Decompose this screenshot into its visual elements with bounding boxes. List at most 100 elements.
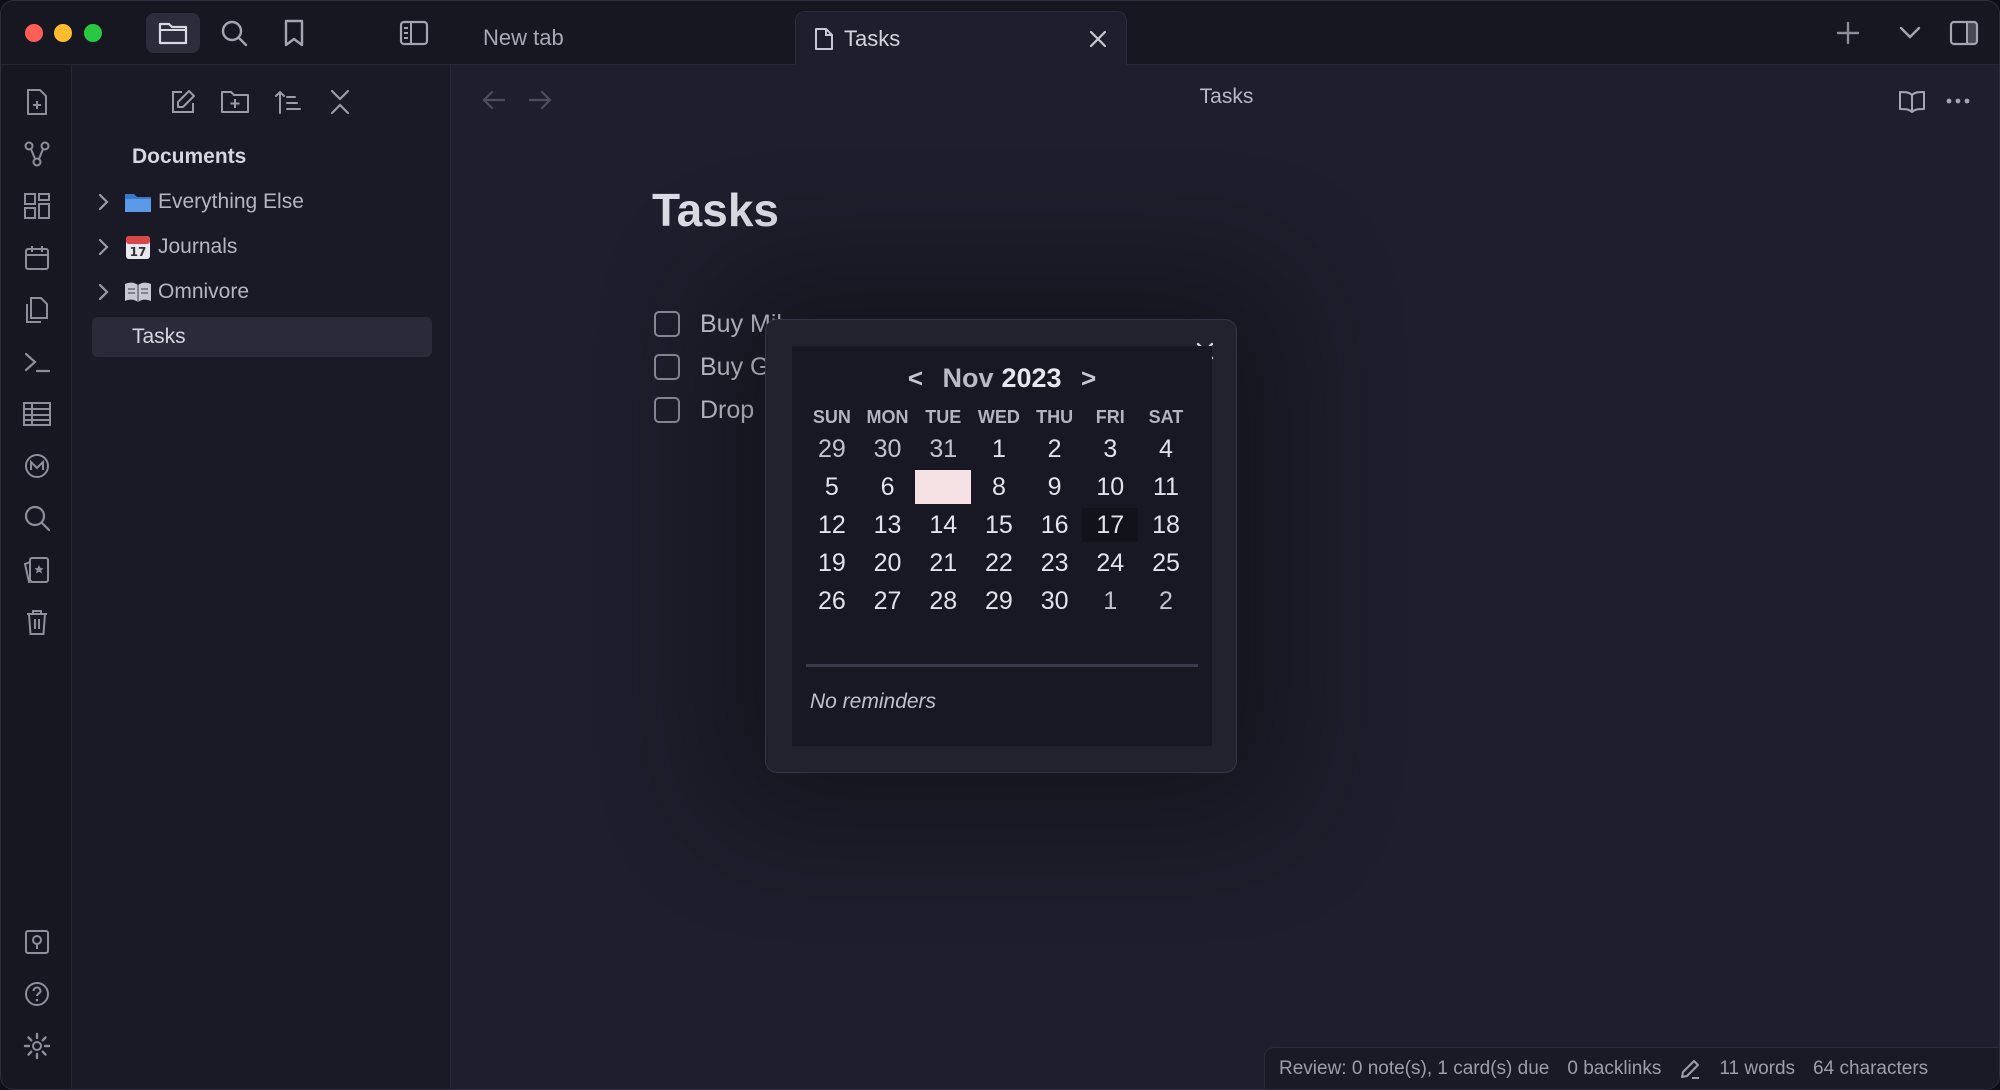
calendar-day[interactable]: 29 bbox=[804, 432, 860, 466]
ribbon-flashcards-button[interactable] bbox=[22, 555, 52, 585]
calendar-day[interactable]: 8 bbox=[971, 470, 1027, 504]
sort-button[interactable] bbox=[271, 85, 305, 119]
search-icon bbox=[221, 20, 248, 47]
calendar-day[interactable]: 27 bbox=[860, 584, 916, 618]
calendar-day[interactable]: 25 bbox=[1138, 546, 1194, 580]
calendar-day[interactable]: 29 bbox=[971, 584, 1027, 618]
sidebar-right-icon bbox=[1949, 20, 1979, 46]
calendar-day[interactable]: 14 bbox=[915, 508, 971, 542]
calendar-day[interactable]: 22 bbox=[971, 546, 1027, 580]
page-title[interactable]: Tasks bbox=[652, 183, 779, 237]
calendar-day[interactable]: 30 bbox=[1027, 584, 1083, 618]
new-folder-button[interactable] bbox=[218, 85, 252, 119]
calendar-day[interactable]: 1 bbox=[1082, 584, 1138, 618]
calendar-day[interactable]: 6 bbox=[860, 470, 916, 504]
calendar-day[interactable]: 19 bbox=[804, 546, 860, 580]
calendar-day[interactable]: 4 bbox=[1138, 432, 1194, 466]
ribbon-canvas-button[interactable] bbox=[22, 191, 52, 221]
calendar-day[interactable]: 31 bbox=[915, 432, 971, 466]
next-month-button[interactable]: > bbox=[1062, 363, 1116, 394]
folder-everything-else[interactable]: Everything Else bbox=[92, 182, 432, 222]
ribbon-search-button[interactable] bbox=[22, 503, 52, 533]
calendar-day[interactable]: 21 bbox=[915, 546, 971, 580]
bookmarks-view-button[interactable] bbox=[267, 13, 321, 53]
toggle-right-sidebar-button[interactable] bbox=[1937, 13, 1991, 53]
vault-icon bbox=[25, 930, 49, 954]
task-text: Buy G bbox=[700, 352, 770, 381]
ribbon-vault-button[interactable] bbox=[22, 927, 52, 957]
calendar-day[interactable]: 24 bbox=[1082, 546, 1138, 580]
calendar-day[interactable]: 2 bbox=[1138, 584, 1194, 618]
close-tab-button[interactable] bbox=[1088, 29, 1108, 49]
calendar-day[interactable]: 7 bbox=[915, 470, 972, 504]
previous-month-button[interactable]: < bbox=[888, 363, 942, 394]
calendar-day[interactable]: 20 bbox=[860, 546, 916, 580]
calendar-day[interactable]: 5 bbox=[804, 470, 860, 504]
ribbon-settings-button[interactable] bbox=[22, 1031, 52, 1061]
calendar-day[interactable]: 3 bbox=[1082, 432, 1138, 466]
ribbon-command-button[interactable] bbox=[22, 347, 52, 377]
files-view-button[interactable] bbox=[146, 13, 200, 53]
task-checkbox[interactable] bbox=[654, 354, 680, 380]
search-view-button[interactable] bbox=[207, 13, 261, 53]
calendar-week-row: 26 27 28 29 30 1 2 bbox=[804, 582, 1194, 620]
new-tab-button[interactable] bbox=[1821, 13, 1875, 53]
ribbon-calendar-button[interactable] bbox=[22, 243, 52, 273]
help-icon bbox=[25, 982, 49, 1006]
ribbon-trash-button[interactable] bbox=[22, 607, 52, 637]
minimize-window-button[interactable] bbox=[54, 24, 72, 42]
new-note-button[interactable] bbox=[166, 85, 200, 119]
tab-tasks[interactable]: Tasks bbox=[795, 11, 1127, 65]
ribbon-help-button[interactable] bbox=[22, 979, 52, 1009]
calendar-week-row: 12 13 14 15 16 17 18 bbox=[804, 506, 1194, 544]
calendar-day[interactable]: 12 bbox=[804, 508, 860, 542]
calendar-day[interactable]: 28 bbox=[915, 584, 971, 618]
ribbon-graph-button[interactable] bbox=[22, 139, 52, 169]
folder-journals[interactable]: 17 Journals bbox=[92, 227, 432, 267]
view-header-title[interactable]: Tasks bbox=[452, 85, 1999, 109]
weekday-label: THU bbox=[1036, 407, 1074, 427]
task-item[interactable]: Buy Mil bbox=[654, 307, 782, 341]
calendar-day[interactable]: 10 bbox=[1082, 470, 1138, 504]
edit-mode-button[interactable] bbox=[1679, 1058, 1701, 1080]
calendar-day[interactable]: 26 bbox=[804, 584, 860, 618]
tab-new-tab[interactable]: New tab bbox=[461, 11, 791, 65]
calendar-day[interactable]: 2 bbox=[1027, 432, 1083, 466]
backlinks-count[interactable]: 0 backlinks bbox=[1567, 1058, 1661, 1080]
weekday-label: TUE bbox=[925, 407, 962, 427]
more-options-button[interactable] bbox=[1942, 85, 1974, 117]
reading-view-button[interactable] bbox=[1896, 85, 1928, 117]
calendar-day[interactable]: 18 bbox=[1138, 508, 1194, 542]
task-item[interactable]: Buy G bbox=[654, 350, 769, 384]
tab-list-button[interactable] bbox=[1883, 13, 1937, 53]
task-checkbox[interactable] bbox=[654, 311, 680, 337]
ribbon-new-note-button[interactable] bbox=[22, 87, 52, 117]
task-item[interactable]: Drop bbox=[654, 393, 754, 427]
folder-omnivore[interactable]: Omnivore bbox=[92, 272, 432, 312]
calendar-day[interactable]: 23 bbox=[1027, 546, 1083, 580]
calendar-day[interactable]: 13 bbox=[860, 508, 916, 542]
svg-text:17: 17 bbox=[130, 245, 147, 259]
collapse-icon bbox=[330, 89, 350, 115]
calendar-day[interactable]: 15 bbox=[971, 508, 1027, 542]
calendar-day[interactable]: 17 bbox=[1082, 508, 1139, 542]
calendar-week-row: 19 20 21 22 23 24 25 bbox=[804, 544, 1194, 582]
calendar-day[interactable]: 11 bbox=[1138, 470, 1194, 504]
review-status[interactable]: Review: 0 note(s), 1 card(s) due bbox=[1279, 1058, 1549, 1080]
ribbon-table-button[interactable] bbox=[22, 399, 52, 429]
task-checkbox[interactable] bbox=[654, 397, 680, 423]
ribbon-omnivore-button[interactable] bbox=[22, 451, 52, 481]
calendar-day[interactable]: 16 bbox=[1027, 508, 1083, 542]
calendar-day[interactable]: 1 bbox=[971, 432, 1027, 466]
character-count: 64 characters bbox=[1813, 1057, 1929, 1079]
calendar-day[interactable]: 9 bbox=[1027, 470, 1083, 504]
toggle-left-sidebar-button[interactable] bbox=[387, 13, 441, 53]
maximize-window-button[interactable] bbox=[84, 24, 102, 42]
folder-label: Omnivore bbox=[158, 280, 250, 303]
collapse-all-button[interactable] bbox=[323, 85, 357, 119]
file-tasks[interactable]: Tasks bbox=[92, 317, 432, 357]
ribbon-templates-button[interactable] bbox=[22, 295, 52, 325]
calendar-day[interactable]: 30 bbox=[860, 432, 916, 466]
tab-label: Tasks bbox=[844, 25, 901, 51]
close-window-button[interactable] bbox=[25, 24, 43, 42]
